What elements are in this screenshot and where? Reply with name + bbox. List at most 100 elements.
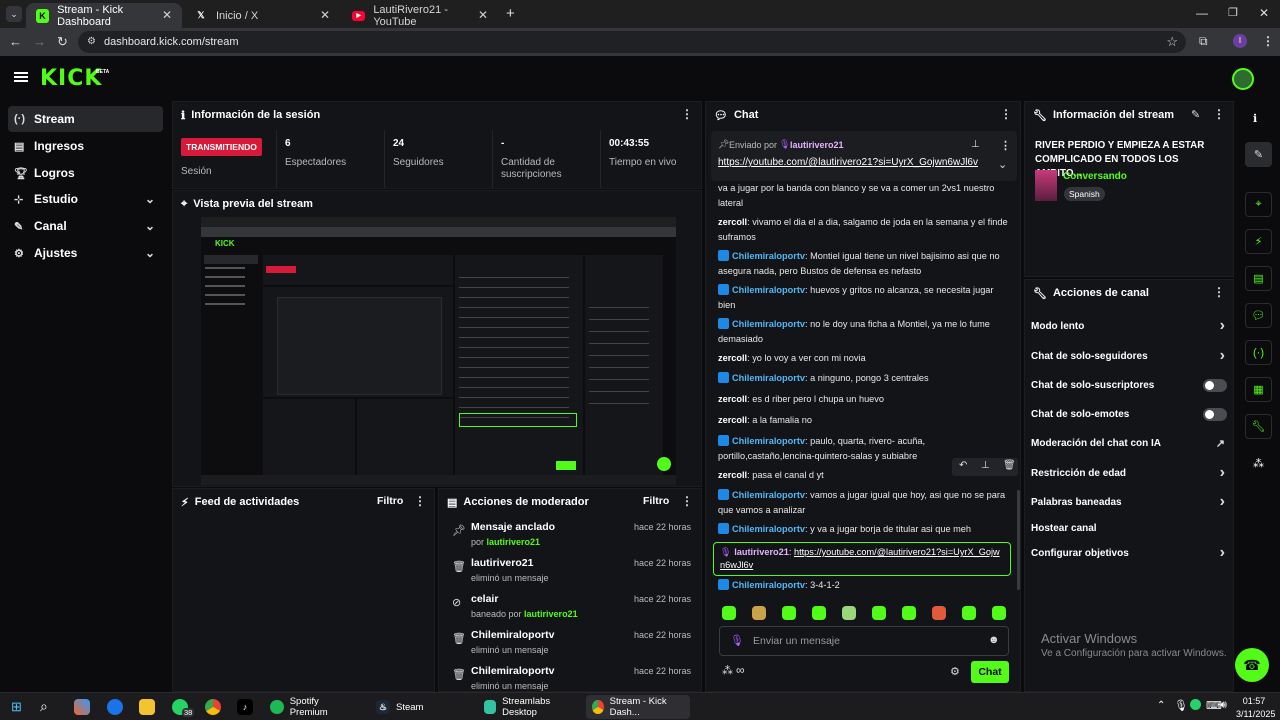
info-icon[interactable]: ℹ︎: [1253, 112, 1257, 125]
tab-kick-dashboard[interactable]: K Stream - Kick Dashboard ✕: [26, 3, 182, 28]
reply-icon[interactable]: ↶: [959, 460, 967, 471]
mod-actions-toggle-icon[interactable]: ▤: [1245, 266, 1272, 291]
channel-action-item[interactable]: Configurar objetivos ›: [1031, 543, 1227, 563]
tab-youtube[interactable]: ▶ LautiRivero21 - YouTube ✕: [342, 3, 498, 28]
chat-message[interactable]: Chilemiraloportv: vamos a jugar igual qu…: [718, 488, 1008, 518]
chat-scrollbar[interactable]: [1017, 490, 1020, 590]
more-options-icon[interactable]: ⋮: [414, 495, 426, 507]
chat-username[interactable]: Chilemiraloportv: [732, 285, 805, 295]
profile-avatar[interactable]: I: [1233, 34, 1247, 48]
user-avatar[interactable]: [1232, 68, 1254, 90]
back-arrow-icon[interactable]: ←: [9, 34, 22, 49]
chat-message[interactable]: Chilemiraloportv: a ninguno, pongo 3 cen…: [718, 371, 1008, 386]
chat-message[interactable]: Chilemiraloportv: huevos y gritos no alc…: [718, 283, 1008, 313]
edit-layout-icon[interactable]: ✎: [1245, 142, 1272, 167]
emote-icon[interactable]: [782, 606, 796, 620]
chat-username[interactable]: zercoll: [718, 353, 747, 363]
chat-message[interactable]: Chilemiraloportv: y va a jugar borja de …: [718, 522, 1008, 537]
chat-message[interactable]: zercoll: vivamo el dia el a dia, salgamo…: [718, 215, 1008, 245]
channel-action-item[interactable]: Modo lento ›: [1031, 316, 1227, 336]
filter-button[interactable]: Filtro: [643, 495, 669, 507]
bookmark-star-icon[interactable]: ☆: [1166, 34, 1178, 50]
mod-action-item[interactable]: 🗑︎ Chilemiraloportv eliminó un mensaje hace…: [447, 629, 697, 663]
sidebar-item-ajustes[interactable]: ⚙ Ajustes ⌄: [8, 240, 163, 266]
search-icon[interactable]: ⌕: [40, 698, 48, 715]
tools-toggle-icon[interactable]: 🔧︎: [1245, 414, 1272, 439]
clock[interactable]: 01:57 3/11/2025: [1236, 696, 1275, 719]
chat-toggle-icon[interactable]: 💬︎: [1245, 303, 1272, 328]
tiktok-icon[interactable]: ♪: [237, 699, 253, 715]
emoji-picker-icon[interactable]: ☻: [988, 634, 1000, 646]
mod-action-item[interactable]: ⊘ celair baneado por lautirivero21 hace 22 …: [447, 593, 697, 627]
chat-username[interactable]: Chilemiraloportv: [732, 251, 805, 261]
more-options-icon[interactable]: ⋮: [681, 495, 693, 507]
chat-username[interactable]: zercoll: [718, 470, 747, 480]
minimize-window-button[interactable]: —: [1196, 6, 1208, 20]
pinned-user[interactable]: lautirivero21: [790, 140, 844, 150]
chat-username[interactable]: Chilemiraloportv: [732, 373, 805, 383]
chevron-down-icon[interactable]: ⌄: [998, 158, 1007, 171]
chat-username[interactable]: zercoll: [718, 394, 747, 404]
restore-window-button[interactable]: ❐: [1228, 6, 1238, 19]
taskbar-app-chrome-kick[interactable]: Stream - Kick Dash...: [586, 695, 690, 719]
close-tab-icon[interactable]: ✕: [162, 8, 172, 22]
kick-logo[interactable]: KICK: [40, 66, 102, 91]
session-toggle-icon[interactable]: ▦: [1245, 377, 1272, 402]
chat-username[interactable]: Chilemiraloportv: [732, 490, 805, 500]
chat-username[interactable]: zercoll: [718, 415, 747, 425]
emote-icon[interactable]: [902, 606, 916, 620]
volume-icon[interactable]: 🔊︎: [1220, 699, 1227, 712]
channel-action-item[interactable]: Chat de solo-seguidores ›: [1031, 346, 1227, 366]
stream-preview-video[interactable]: KICK: [201, 217, 676, 485]
mod-action-user[interactable]: lautirivero21: [487, 537, 541, 547]
toggle-switch[interactable]: [1203, 378, 1227, 392]
channel-action-item[interactable]: Hostear canal: [1031, 518, 1227, 538]
sidebar-item-canal[interactable]: ✎ Canal ⌄: [8, 213, 163, 239]
pinned-more-icon[interactable]: ⋮: [1000, 139, 1011, 152]
chat-message[interactable]: zercoll: a la famalia no: [718, 413, 1008, 428]
sidebar-item-stream[interactable]: (·) Stream: [8, 106, 163, 132]
chat-username[interactable]: zercoll: [718, 217, 747, 227]
chat-username[interactable]: Chilemiraloportv: [732, 436, 805, 446]
preview-toggle-icon[interactable]: ⌖: [1245, 192, 1272, 217]
tab-x-inicio[interactable]: 𝕏 Inicio / X ✕: [184, 3, 340, 28]
channel-action-item[interactable]: Chat de solo-emotes: [1031, 404, 1227, 424]
emote-icon[interactable]: [752, 606, 766, 620]
emote-icon[interactable]: [842, 606, 856, 620]
chat-message[interactable]: zercoll: yo lo voy a ver con mi novia: [718, 351, 1008, 366]
chat-username[interactable]: Chilemiraloportv: [732, 524, 805, 534]
unpin-icon[interactable]: ⊥: [971, 139, 980, 150]
site-info-icon[interactable]: ⚙: [87, 36, 96, 47]
hamburger-menu-icon[interactable]: [14, 72, 28, 82]
pinned-link[interactable]: https://youtube.com/@lautirivero21?si=Uy…: [718, 157, 983, 168]
tray-whatsapp-icon[interactable]: [1190, 699, 1201, 710]
emote-icon[interactable]: [962, 606, 976, 620]
mod-action-item[interactable]: 📌︎ Mensaje anclado por lautirivero21 hace 2…: [447, 521, 697, 555]
more-options-icon[interactable]: ⋮: [1000, 108, 1012, 120]
filter-button[interactable]: Filtro: [377, 495, 403, 507]
chrome-icon[interactable]: [205, 699, 221, 715]
extensions-icon[interactable]: ⧉: [1199, 34, 1208, 49]
emote-icon[interactable]: [812, 606, 826, 620]
browser-menu-icon[interactable]: ⋮: [1262, 34, 1274, 48]
microphone-icon[interactable]: 🎙︎: [1174, 699, 1188, 712]
tab-search-button[interactable]: ⌄: [6, 6, 22, 22]
emote-icon[interactable]: [992, 606, 1006, 620]
emote-icon[interactable]: [932, 606, 946, 620]
pin-message-icon[interactable]: ⊥: [981, 460, 990, 471]
taskbar-app-spotify[interactable]: Spotify Premium: [264, 695, 364, 719]
emote-icon[interactable]: [722, 606, 736, 620]
channel-action-item[interactable]: Palabras baneadas ›: [1031, 492, 1227, 512]
send-chat-button[interactable]: Chat: [971, 661, 1009, 683]
edit-pencil-icon[interactable]: ✎: [1191, 108, 1200, 121]
close-window-button[interactable]: ✕: [1259, 6, 1269, 20]
chat-input-box[interactable]: 🎙︎ Enviar un mensaje ☻: [719, 626, 1009, 656]
sidebar-item-ingresos[interactable]: ▤ Ingresos: [8, 133, 163, 159]
copilot-icon[interactable]: [74, 699, 90, 715]
channel-action-item[interactable]: Restricción de edad ›: [1031, 463, 1227, 483]
chat-message[interactable]: Chilemiraloportv: Montiel igual tiene un…: [718, 249, 1008, 279]
taskbar-app-steam[interactable]: ♨︎ Steam: [370, 695, 470, 719]
stream-category[interactable]: Conversando: [1063, 171, 1127, 182]
points-icon[interactable]: ⁂: [722, 664, 733, 677]
windows-start-icon[interactable]: ⊞: [11, 699, 22, 715]
